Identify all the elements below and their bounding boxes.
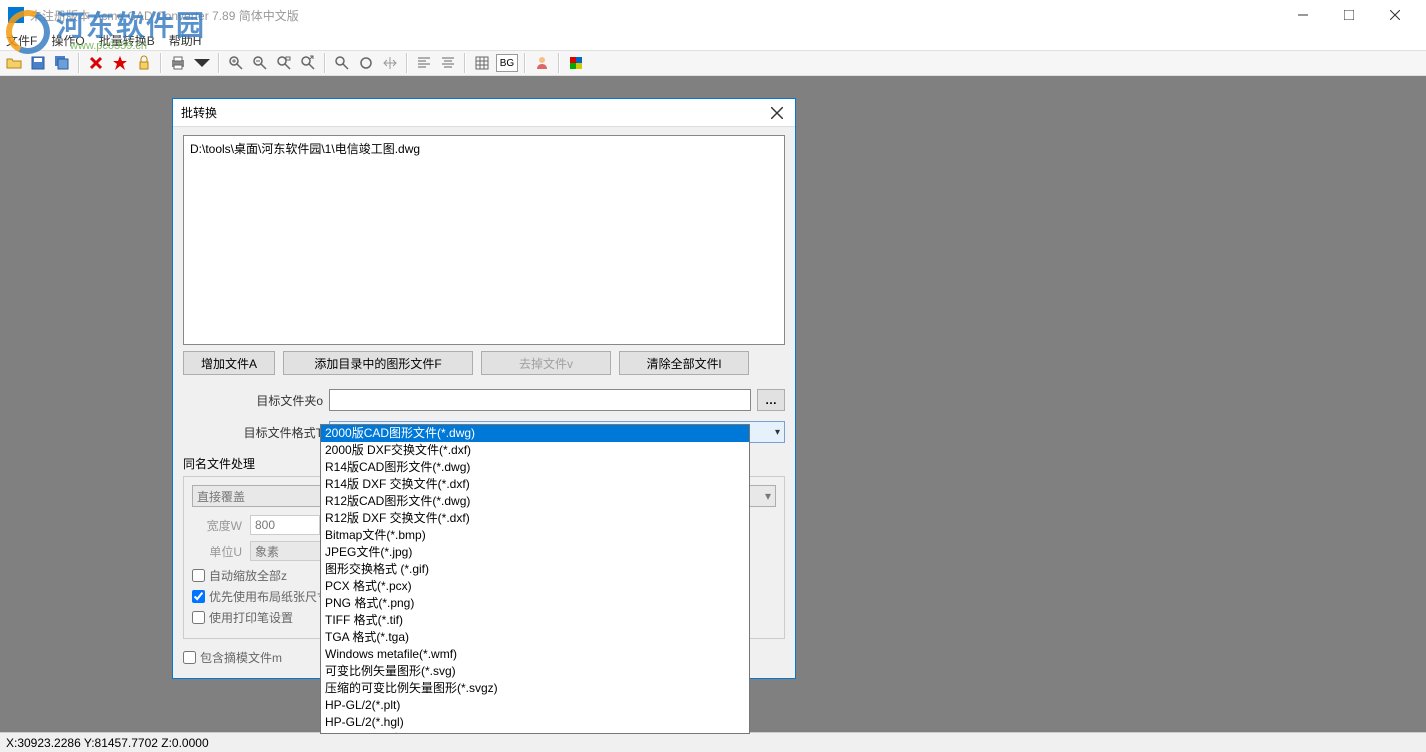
include-model-checkbox[interactable]: [183, 651, 196, 664]
dropdown-item[interactable]: 2000版 DXF交换文件(*.dxf): [321, 442, 749, 459]
dropdown-item[interactable]: 图形交换格式 (*.gif): [321, 561, 749, 578]
dropdown-item[interactable]: 压缩的可变比例矢量图形(*.svgz): [321, 680, 749, 697]
dropdown-item[interactable]: Bitmap文件(*.bmp): [321, 527, 749, 544]
grid-icon[interactable]: [472, 53, 492, 73]
target-format-label: 目标文件格式T: [183, 424, 323, 441]
chevron-down-icon: ▾: [775, 427, 780, 438]
save-icon[interactable]: [28, 53, 48, 73]
close-button[interactable]: [1372, 0, 1418, 30]
dropdown-item[interactable]: TGA 格式(*.tga): [321, 629, 749, 646]
printer-checkbox[interactable]: [192, 611, 205, 624]
dropdown-item[interactable]: PNG 格式(*.png): [321, 595, 749, 612]
dropdown-item[interactable]: Adobe PDF 文件(*.pdf): [321, 731, 749, 734]
dropdown-item[interactable]: R12版CAD图形文件(*.dwg): [321, 493, 749, 510]
open-icon[interactable]: [4, 53, 24, 73]
status-coords: X:30923.2286 Y:81457.7702 Z:0.0000: [6, 736, 209, 750]
dropdown-item[interactable]: 2000版CAD图形文件(*.dwg): [321, 425, 749, 442]
dialog-titlebar: 批转换: [173, 99, 795, 127]
menu-file[interactable]: 文件F: [6, 32, 37, 49]
add-dir-button[interactable]: 添加目录中的图形文件F: [283, 351, 473, 375]
zoom-out-icon[interactable]: [250, 53, 270, 73]
dropdown-item[interactable]: TIFF 格式(*.tif): [321, 612, 749, 629]
dropdown-item[interactable]: PCX 格式(*.pcx): [321, 578, 749, 595]
autoscale-checkbox[interactable]: [192, 569, 205, 582]
arrow-down-icon[interactable]: [192, 53, 212, 73]
zoom-extent-icon[interactable]: [298, 53, 318, 73]
target-folder-input[interactable]: [329, 389, 751, 411]
dialog-title: 批转换: [181, 104, 767, 121]
pan-icon[interactable]: [380, 53, 400, 73]
bg-button[interactable]: BG: [496, 54, 518, 72]
color-grid-icon[interactable]: [566, 53, 586, 73]
dropdown-item[interactable]: Windows metafile(*.wmf): [321, 646, 749, 663]
width-input[interactable]: [250, 515, 320, 535]
titlebar: 未注册版本 Acme CAD Converter 7.89 简体中文版: [0, 0, 1426, 30]
browse-folder-button[interactable]: …: [757, 389, 785, 411]
print-icon[interactable]: [168, 53, 188, 73]
dropdown-item[interactable]: HP-GL/2(*.hgl): [321, 714, 749, 731]
saveall-icon[interactable]: [52, 53, 72, 73]
menu-help[interactable]: 帮助H: [169, 32, 202, 49]
star-icon[interactable]: [110, 53, 130, 73]
dialog-close-button[interactable]: [767, 103, 787, 123]
dropdown-item[interactable]: R12版 DXF 交换文件(*.dxf): [321, 510, 749, 527]
delete-icon[interactable]: [86, 53, 106, 73]
add-file-button[interactable]: 增加文件A: [183, 351, 275, 375]
chevron-down-icon: ▾: [765, 489, 771, 503]
minimize-button[interactable]: [1280, 0, 1326, 30]
align-center-icon[interactable]: [438, 53, 458, 73]
zoom-window-icon[interactable]: [274, 53, 294, 73]
zoom-all-icon[interactable]: [332, 53, 352, 73]
statusbar: X:30923.2286 Y:81457.7702 Z:0.0000: [0, 732, 1426, 752]
menu-operation[interactable]: 操作O: [51, 32, 84, 49]
dropdown-item[interactable]: R14版CAD图形文件(*.dwg): [321, 459, 749, 476]
dropdown-item[interactable]: R14版 DXF 交换文件(*.dxf): [321, 476, 749, 493]
window-title: 未注册版本 Acme CAD Converter 7.89 简体中文版: [30, 7, 1280, 24]
width-label: 宽度W: [192, 517, 242, 534]
target-folder-label: 目标文件夹o: [183, 392, 323, 409]
zoom-in-icon[interactable]: [226, 53, 246, 73]
menu-batch[interactable]: 批量转换B: [99, 32, 155, 49]
unit-label: 单位U: [192, 543, 242, 560]
zoom-fit-icon[interactable]: [356, 53, 376, 73]
clear-all-button[interactable]: 清除全部文件l: [619, 351, 749, 375]
remove-file-button[interactable]: 去掉文件v: [481, 351, 611, 375]
format-dropdown[interactable]: 2000版CAD图形文件(*.dwg) 2000版 DXF交换文件(*.dxf)…: [320, 424, 750, 734]
app-icon: [8, 7, 24, 23]
maximize-button[interactable]: [1326, 0, 1372, 30]
toolbar: BG: [0, 50, 1426, 76]
dropdown-item[interactable]: 可变比例矢量图形(*.svg): [321, 663, 749, 680]
align-left-icon[interactable]: [414, 53, 434, 73]
dropdown-item[interactable]: HP-GL/2(*.plt): [321, 697, 749, 714]
file-list-item[interactable]: D:\tools\桌面\河东软件园\1\电信竣工图.dwg: [190, 140, 778, 157]
file-list[interactable]: D:\tools\桌面\河东软件园\1\电信竣工图.dwg: [183, 135, 785, 345]
dropdown-item[interactable]: JPEG文件(*.jpg): [321, 544, 749, 561]
lock-icon[interactable]: [134, 53, 154, 73]
user-icon[interactable]: [532, 53, 552, 73]
menubar: 文件F 操作O 批量转换B 帮助H: [0, 30, 1426, 50]
layout-paper-checkbox[interactable]: [192, 590, 205, 603]
